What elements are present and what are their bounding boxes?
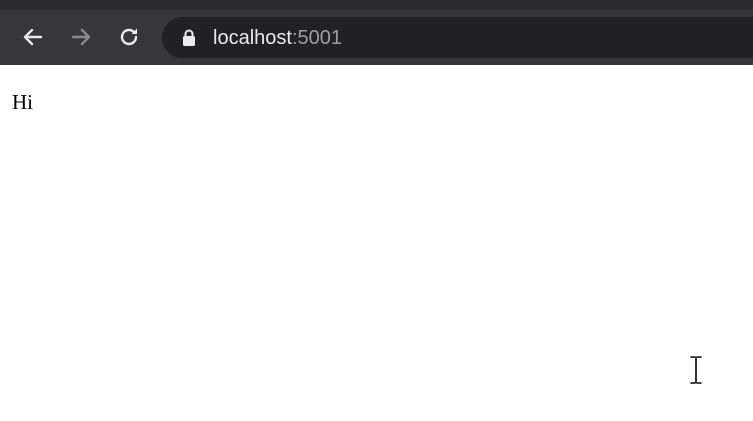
reload-button[interactable] bbox=[114, 22, 144, 52]
lock-icon[interactable] bbox=[182, 29, 196, 46]
url-text[interactable]: localhost:5001 bbox=[213, 26, 342, 50]
page-content: Hi bbox=[0, 65, 753, 421]
arrow-left-icon bbox=[23, 28, 43, 46]
address-bar[interactable]: localhost:5001 bbox=[162, 17, 753, 58]
browser-tab-strip bbox=[0, 0, 753, 10]
arrow-right-icon bbox=[71, 28, 91, 46]
forward-button[interactable] bbox=[66, 22, 96, 52]
text-cursor-icon bbox=[689, 355, 703, 385]
url-port: :5001 bbox=[291, 27, 342, 49]
back-button[interactable] bbox=[18, 22, 48, 52]
page-text: Hi bbox=[12, 90, 33, 114]
url-host: localhost bbox=[213, 27, 292, 49]
reload-icon bbox=[120, 28, 138, 46]
browser-toolbar: localhost:5001 bbox=[0, 10, 753, 65]
